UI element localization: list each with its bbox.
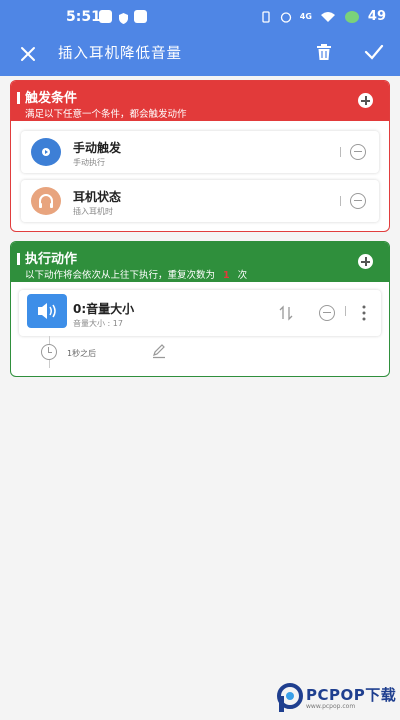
vibrate-icon <box>262 10 270 23</box>
action-header: 执行动作 以下动作将会依次从上往下执行，重复次数为 1 次 <box>11 242 389 282</box>
shield-icon <box>117 10 130 24</box>
watermark-brand: PCPOP下载 <box>306 686 397 704</box>
action-desc: 音量大小 : 17 <box>73 319 123 328</box>
pcpop-logo-icon <box>277 683 303 712</box>
speaker-icon <box>27 294 67 328</box>
network-type: 4G <box>299 12 312 21</box>
divider <box>340 196 341 206</box>
headphones-icon <box>31 187 61 215</box>
trigger-name: 耳机状态 <box>73 190 122 204</box>
add-trigger-button[interactable] <box>358 93 373 108</box>
face-icon <box>344 10 359 23</box>
header-accent <box>17 92 20 104</box>
action-title: 执行动作 <box>25 252 78 267</box>
divider <box>340 147 341 157</box>
app-bar: 插入耳机降低音量 <box>0 34 400 76</box>
trigger-name: 手动触发 <box>73 141 122 155</box>
header-accent <box>17 253 20 265</box>
action-subtitle: 以下动作将会依次从上往下执行，重复次数为 1 次 <box>25 267 247 281</box>
action-subtitle-suffix: 次 <box>237 270 248 281</box>
trigger-card-headphone[interactable]: 耳机状态 插入耳机时 <box>21 180 379 222</box>
remove-action-button[interactable] <box>319 305 335 321</box>
remove-trigger-button[interactable] <box>350 193 366 209</box>
divider <box>345 306 346 316</box>
status-icons: 4G 49 <box>260 9 386 24</box>
delay-text: 1秒之后 <box>67 349 97 358</box>
status-time: 5:51 <box>66 9 101 25</box>
edit-icon[interactable] <box>151 343 167 359</box>
action-subtitle-text: 以下动作将会依次从上往下执行，重复次数为 <box>25 270 216 281</box>
trigger-desc: 插入耳机时 <box>73 207 113 216</box>
action-section: 执行动作 以下动作将会依次从上往下执行，重复次数为 1 次 0:音量大小 音量大小 … <box>10 241 390 377</box>
remove-trigger-button[interactable] <box>350 144 366 160</box>
top-app-bar: 5:51 4G 49 插入耳机降低音量 <box>0 0 400 76</box>
watermark: PCPOP下载 www.pcpop.com <box>272 680 398 716</box>
trigger-desc: 手动执行 <box>73 158 105 167</box>
status-bar: 5:51 4G 49 <box>0 0 400 34</box>
gallery-icon <box>134 10 147 23</box>
trigger-header: 触发条件 满足以下任意一个条件，都会触发动作 <box>11 81 389 121</box>
trigger-title: 触发条件 <box>25 91 78 106</box>
page-title: 插入耳机降低音量 <box>58 46 182 62</box>
add-action-button[interactable] <box>358 254 373 269</box>
sort-icon[interactable] <box>277 304 295 322</box>
play-icon <box>31 138 61 166</box>
action-name: 0:音量大小 <box>73 302 135 316</box>
wifi-icon <box>320 11 335 22</box>
check-icon[interactable] <box>362 40 386 64</box>
more-vert-icon[interactable] <box>359 304 369 322</box>
repeat-count[interactable]: 1 <box>223 270 230 281</box>
trigger-section: 触发条件 满足以下任意一个条件，都会触发动作 手动触发 手动执行 耳机状态 插入… <box>10 80 390 232</box>
alarm-icon <box>280 11 291 23</box>
notification-icon <box>99 10 112 23</box>
battery-level: 49 <box>367 9 386 24</box>
clock-icon <box>41 344 57 360</box>
trash-icon[interactable] <box>313 41 335 63</box>
close-icon[interactable] <box>16 42 40 66</box>
watermark-url: www.pcpop.com <box>306 703 356 710</box>
action-card-volume[interactable]: 0:音量大小 音量大小 : 17 <box>19 290 381 336</box>
trigger-subtitle: 满足以下任意一个条件，都会触发动作 <box>25 109 187 120</box>
trigger-card-manual[interactable]: 手动触发 手动执行 <box>21 131 379 173</box>
